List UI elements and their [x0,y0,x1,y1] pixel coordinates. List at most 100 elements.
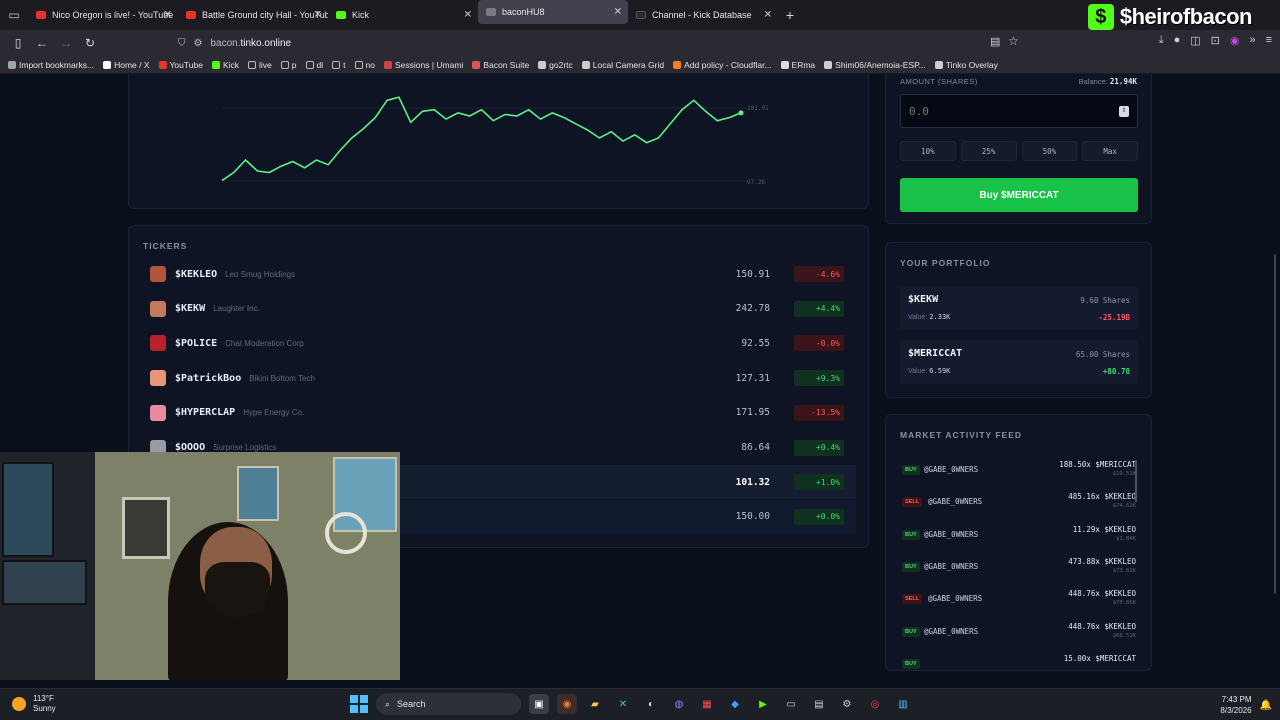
bookmark-star-icon[interactable]: ☆ [1008,34,1019,48]
taskbar-search[interactable]: ⌕ Search [376,693,521,715]
task-view-icon[interactable]: ▣ [529,694,549,714]
portfolio-item[interactable]: $MERICCAT Value: 6.59K 65.00 Shares +80.78 [900,340,1138,384]
bookmark-item[interactable]: ERma [780,60,815,70]
price-line [221,96,742,182]
close-tab-icon[interactable]: ✕ [764,10,772,21]
bookmark-item[interactable]: Shim06/Anemoia-ESP... [824,60,926,70]
bookmark-item[interactable]: Import bookmarks... [8,60,94,70]
bookmark-item[interactable]: t [332,60,346,70]
bookmark-item[interactable]: p [280,60,297,70]
portfolio-item[interactable]: $KEKW Value: 2.33K 9.60 Shares -25.19B [900,286,1138,330]
windows-start-icon[interactable] [350,695,368,713]
chrome-icon[interactable]: ◎ [865,694,885,714]
feed-user[interactable]: @GABE_0WNERS [924,465,978,474]
buy-button[interactable]: Buy $MERICCAT [900,178,1138,212]
xbox-icon[interactable]: ✕ [613,694,633,714]
url-bar[interactable]: ⛉ ⚙ bacon.tinko.online [178,33,1028,53]
ticker-company: Laughter Inc. [213,304,260,314]
ticker-row[interactable]: $PatrickBoo Bikini Bottom Tech 127.31 +9.3% [143,361,856,395]
framed-portrait [122,497,170,559]
settings-icon[interactable]: ⚙ [837,694,857,714]
browser-tab[interactable]: Kick ✕ [328,0,478,30]
close-tab-icon[interactable]: ✕ [464,10,472,21]
feed-item: BUY @GABE_0WNERS 473.88x $KEKLEO $73.61K [900,556,1138,586]
extension-icon[interactable]: ⊡ [1211,34,1220,47]
bookmark-item[interactable]: Home / X [103,60,150,70]
brand-name: $heirofbacon [1119,4,1253,29]
folder-icon [305,60,314,69]
close-tab-icon[interactable]: ✕ [314,10,322,21]
feed-item: SELL @GABE_0WNERS 448.76x $KEKLEO $70.86K [900,588,1138,618]
extension-icon[interactable]: ◫ [1190,34,1200,47]
feed-user[interactable]: @GABE_0WNERS [924,627,978,636]
reader-view-icon[interactable]: ▤ [990,35,1000,48]
steam-icon[interactable]: ◐ [641,694,661,714]
bookmark-item[interactable]: go2rtc [538,60,573,70]
sidebar-toggle-icon[interactable]: ▯ [6,36,30,50]
pct-25-button[interactable]: 25% [960,141,1017,161]
notification-bell-icon[interactable]: 🔔 [1260,700,1272,711]
browser-tab[interactable]: baconHU8 ✕ [478,0,628,24]
feed-user[interactable]: @GABE_0WNERS [924,530,978,539]
bookmark-item[interactable]: Sessions | Umami [383,60,463,70]
forward-button[interactable]: → [54,36,78,50]
app-menu-icon[interactable]: ≡ [1266,34,1272,47]
downloads-icon[interactable]: ⤓ [1159,34,1164,47]
bookmark-item[interactable]: Bacon Suite [472,60,529,70]
weather-widget[interactable]: 113°F Sunny [12,694,56,714]
file-explorer-icon[interactable]: ▰ [585,694,605,714]
ticker-row[interactable]: $POLICE Chat Moderation Corp 92.55 -0.0% [143,326,856,360]
new-tab-button[interactable]: + [778,7,802,23]
bookmark-item[interactable]: Tinko Overlay [934,60,998,70]
bookmark-item[interactable]: YouTube [158,60,203,70]
feed-user[interactable]: @GABE_0WNERS [928,497,982,506]
pct-10-button[interactable]: 10% [900,141,956,161]
bookmark-item[interactable]: live [248,60,272,70]
feed-user[interactable]: @GABE_0WNERS [924,562,978,571]
tab-title: Nico Oregon is live! - YouTube [52,10,174,20]
close-tab-icon[interactable]: ✕ [614,7,622,18]
bookmark-item[interactable]: Kick [211,60,239,70]
close-tab-icon[interactable]: ✕ [164,10,172,21]
stepper-icon[interactable]: ⇕ [1119,106,1129,117]
browser-tab[interactable]: Nico Oregon is live! - YouTube ✕ [28,0,178,30]
terminal-icon[interactable]: ▭ [781,694,801,714]
tab-list-icon[interactable]: ▭ [0,0,28,30]
extension-icon[interactable]: ● [1174,34,1181,47]
amount-input[interactable] [900,94,1138,128]
kick-icon [336,11,346,19]
ticker-row[interactable]: $KEKW Laughter Inc. 242.78 +4.4% [143,292,856,326]
streaming-app-icon[interactable]: ▶ [753,694,773,714]
discord-icon[interactable]: ◍ [669,694,689,714]
ticker-row[interactable]: $HYPERCLAP Hype Energy Co. 171.95 -13.5% [143,396,856,430]
browser-tab[interactable]: Battle Ground city Hall - YouTube ✕ [178,0,328,30]
video-app-icon[interactable]: ▦ [697,694,717,714]
pct-max-button[interactable]: Max [1082,141,1138,161]
ticker-avatar [150,404,166,421]
search-label: Search [397,699,426,709]
ticker-symbol: $KEKLEO [175,268,218,280]
bookmark-favicon-icon [581,60,590,69]
bookmark-item[interactable]: dl [305,60,323,70]
bookmark-favicon-icon [383,60,392,69]
back-button[interactable]: ← [30,36,54,50]
bookmark-item[interactable]: Add policy - Cloudflar... [673,60,772,70]
clock[interactable]: 7:43 PM 8/3/2026 [1220,694,1251,716]
feed-scrollbar[interactable] [1135,460,1137,502]
bookmark-item[interactable]: Local Camera Grid [581,60,664,70]
page-scrollbar[interactable] [1274,254,1276,594]
firefox-icon[interactable]: ◉ [557,694,577,714]
app-icon[interactable]: ▤ [809,694,829,714]
overflow-menu-icon[interactable]: » [1249,34,1255,47]
profile-icon[interactable]: ◉ [1230,34,1240,47]
bookmark-favicon-icon [103,60,112,69]
ticker-avatar [150,266,166,282]
bookmark-item[interactable]: no [354,60,375,70]
vscode-icon[interactable]: ◆ [725,694,745,714]
notepad-icon[interactable]: ▥ [893,694,913,714]
reload-button[interactable]: ↻ [78,36,102,50]
feed-user[interactable]: @GABE_0WNERS [928,594,982,603]
pct-50-button[interactable]: 50% [1021,141,1078,161]
ticker-row[interactable]: $KEKLEO Leo Smug Holdings 150.91 -4.6% [143,257,856,291]
browser-tab[interactable]: Channel - Kick Database ✕ [628,0,778,30]
